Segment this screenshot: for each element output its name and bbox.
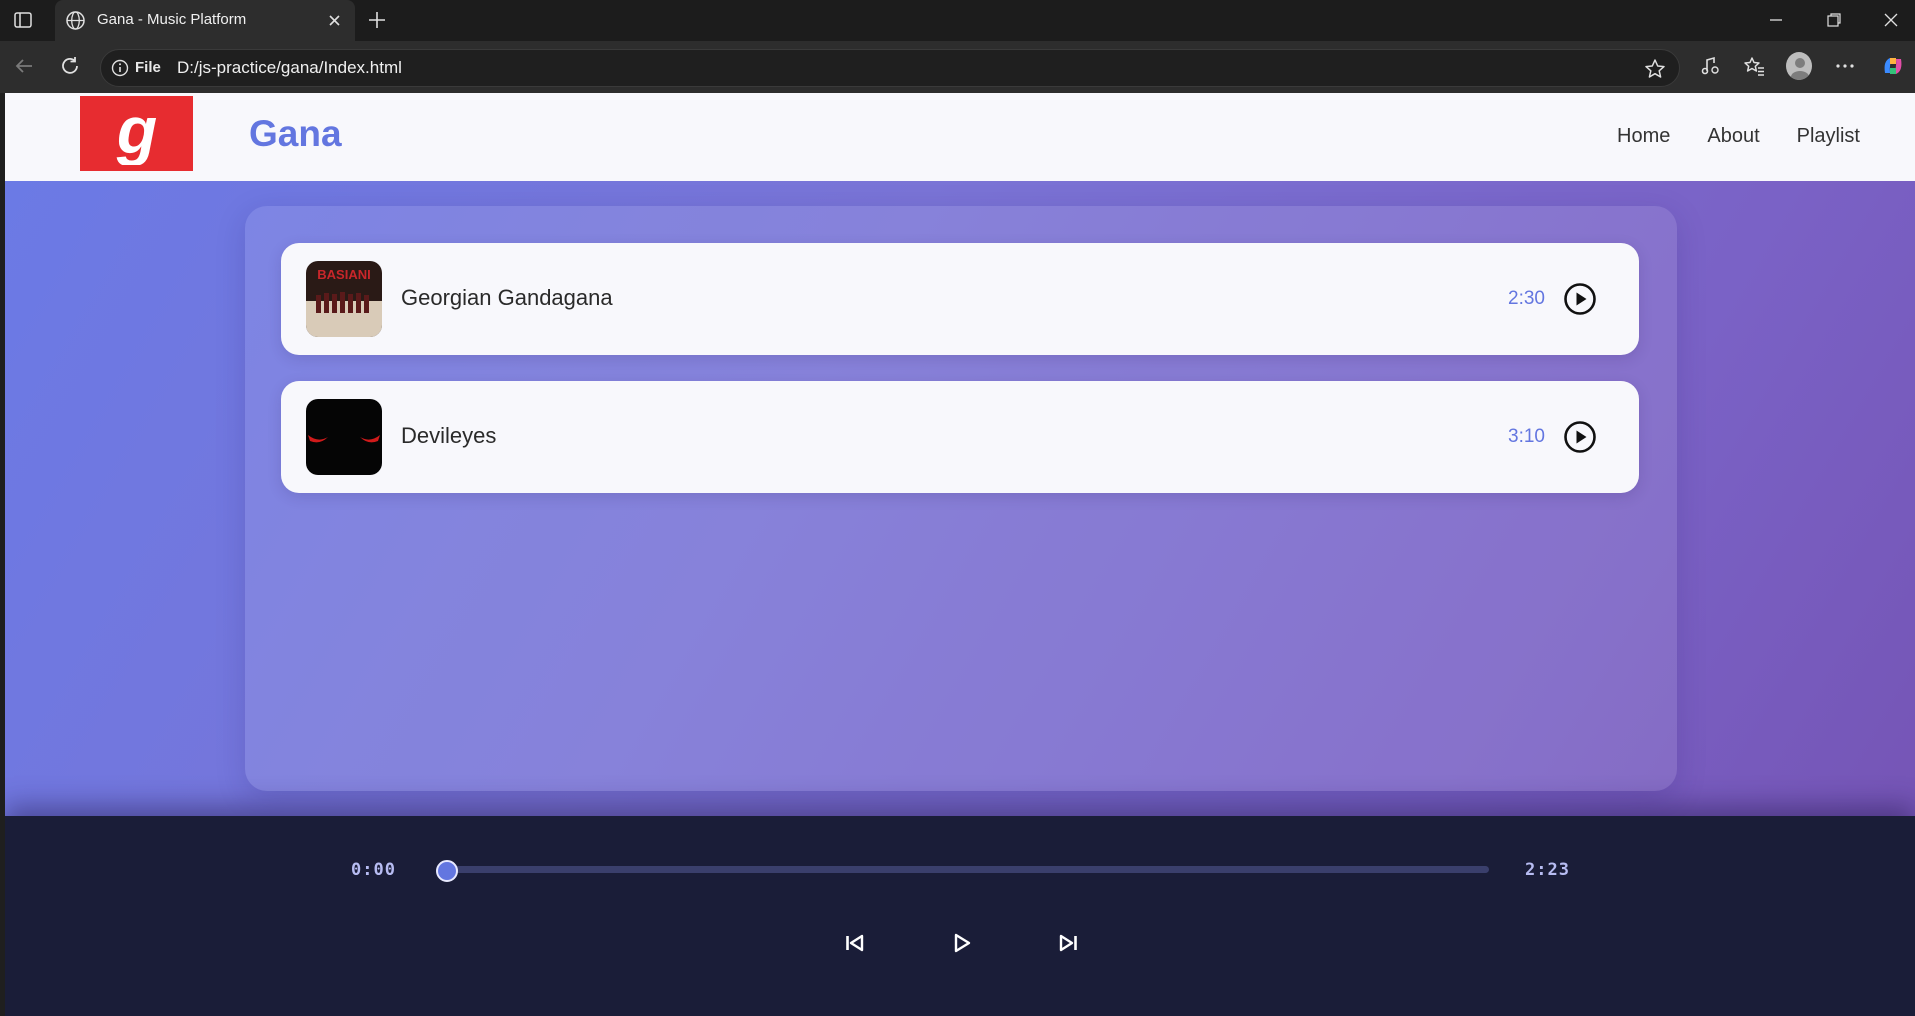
site-nav: Home About Playlist bbox=[1617, 125, 1860, 148]
address-bar[interactable]: File D:/js-practice/gana/Index.html bbox=[100, 49, 1680, 87]
next-track-icon[interactable] bbox=[1051, 926, 1085, 960]
nav-link-playlist[interactable]: Playlist bbox=[1797, 125, 1860, 148]
close-tab-icon[interactable] bbox=[325, 11, 344, 30]
album-cover-basiani: BASIANI bbox=[306, 261, 382, 337]
cover-text: BASIANI bbox=[317, 267, 370, 282]
brand-name: Gana bbox=[249, 113, 342, 154]
restore-icon[interactable] bbox=[1821, 8, 1847, 32]
back-icon[interactable] bbox=[11, 53, 37, 79]
nav-link-about[interactable]: About bbox=[1707, 125, 1759, 148]
nav-link-home[interactable]: Home bbox=[1617, 125, 1670, 148]
url-scheme-label: File bbox=[135, 59, 161, 76]
favorites-icon[interactable] bbox=[1741, 53, 1767, 79]
minimize-icon[interactable] bbox=[1763, 8, 1789, 32]
close-window-icon[interactable] bbox=[1878, 8, 1904, 32]
page-viewport: g Gana Home About Playlist BASIANI Georg… bbox=[5, 93, 1915, 1016]
favorite-star-icon[interactable] bbox=[1643, 57, 1667, 81]
globe-icon bbox=[65, 10, 86, 31]
progress-thumb[interactable] bbox=[436, 860, 458, 882]
logo-letter: g bbox=[115, 103, 156, 165]
play-circle-icon[interactable] bbox=[1563, 282, 1597, 316]
previous-track-icon[interactable] bbox=[838, 926, 872, 960]
browser-tab-active[interactable]: Gana - Music Platform bbox=[55, 0, 355, 41]
more-options-icon[interactable] bbox=[1832, 53, 1858, 79]
tab-actions-icon[interactable] bbox=[12, 10, 34, 30]
reload-icon[interactable] bbox=[57, 53, 83, 79]
song-item[interactable]: Devileyes 3:10 bbox=[281, 381, 1639, 493]
info-icon[interactable] bbox=[111, 59, 129, 77]
music-player-bar: 0:00 2:23 bbox=[5, 816, 1915, 1016]
copilot-icon[interactable] bbox=[1880, 53, 1906, 79]
song-duration: 2:30 bbox=[1508, 288, 1545, 309]
song-title: Georgian Gandagana bbox=[401, 285, 613, 310]
total-time: 2:23 bbox=[1525, 860, 1570, 880]
song-list-panel: BASIANI Georgian Gandagana 2:30 Devileye… bbox=[245, 206, 1677, 791]
progress-bar[interactable] bbox=[444, 866, 1489, 873]
song-title: Devileyes bbox=[401, 423, 497, 448]
browser-tab-bar: Gana - Music Platform bbox=[0, 0, 1915, 41]
album-cover-devil-eyes bbox=[306, 399, 382, 475]
site-header: g Gana Home About Playlist bbox=[5, 93, 1915, 181]
song-item[interactable]: BASIANI Georgian Gandagana 2:30 bbox=[281, 243, 1639, 355]
tab-title: Gana - Music Platform bbox=[97, 11, 247, 28]
profile-avatar-icon[interactable] bbox=[1786, 52, 1812, 80]
browser-toolbar: File D:/js-practice/gana/Index.html bbox=[0, 41, 1915, 93]
url-text[interactable]: D:/js-practice/gana/Index.html bbox=[177, 58, 402, 78]
current-time: 0:00 bbox=[351, 860, 396, 880]
gana-logo[interactable]: g bbox=[80, 96, 193, 171]
song-duration: 3:10 bbox=[1508, 426, 1545, 447]
play-icon[interactable] bbox=[945, 926, 979, 960]
media-control-icon[interactable] bbox=[1697, 53, 1723, 79]
new-tab-icon[interactable] bbox=[366, 9, 388, 31]
play-circle-icon[interactable] bbox=[1563, 420, 1597, 454]
